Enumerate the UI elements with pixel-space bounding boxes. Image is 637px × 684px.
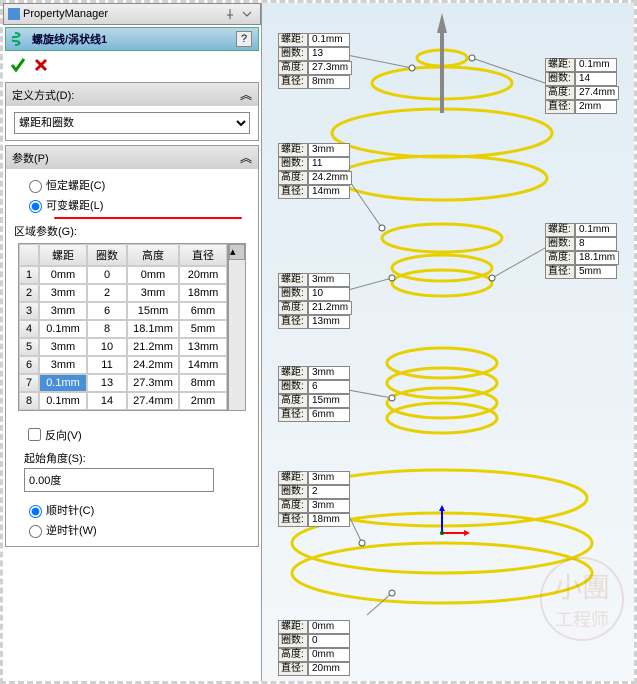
cw-label: 顺时针(C) [46, 502, 94, 518]
define-section-header[interactable]: 定义方式(D): ︽ [6, 83, 258, 106]
table-row-num: 3 [19, 302, 39, 320]
table-cell[interactable]: 18.1mm [127, 320, 179, 338]
cw-radio[interactable] [29, 505, 42, 518]
table-cell[interactable]: 3mm [39, 284, 87, 302]
table-cell[interactable]: 0mm [127, 266, 179, 284]
table-cell[interactable]: 0 [87, 266, 127, 284]
table-cell[interactable]: 15mm [127, 302, 179, 320]
table-row-num: 8 [19, 392, 39, 410]
table-cell[interactable]: 20mm [179, 266, 227, 284]
variable-pitch-radio[interactable] [29, 200, 42, 213]
table-cell[interactable]: 6mm [179, 302, 227, 320]
ccw-radio[interactable] [29, 525, 42, 538]
table-cell[interactable]: 21.2mm [127, 338, 179, 356]
table-cell[interactable]: 0.1mm [39, 392, 87, 410]
dimension-callout[interactable]: 螺距:0.1mm圈数:14高度:27.4mm直径:2mm [545, 58, 619, 114]
table-cell[interactable]: 2mm [179, 392, 227, 410]
constant-pitch-radio[interactable] [29, 180, 42, 193]
reverse-label: 反向(V) [45, 427, 82, 443]
table-row-num: 4 [19, 320, 39, 338]
table-header: 圈数 [87, 244, 127, 266]
table-cell[interactable]: 3mm [39, 338, 87, 356]
define-label: 定义方式(D): [12, 87, 74, 103]
reverse-checkbox[interactable] [28, 428, 41, 441]
table-cell[interactable]: 13mm [179, 338, 227, 356]
table-cell[interactable]: 6 [87, 302, 127, 320]
ccw-label: 逆时针(W) [46, 522, 97, 538]
start-angle-input[interactable] [24, 468, 214, 492]
params-section-header[interactable]: 参数(P) ︽ [6, 146, 258, 169]
dimension-callout[interactable]: 螺距:3mm圈数:11高度:24.2mm直径:14mm [278, 143, 352, 199]
ok-button[interactable] [9, 56, 27, 77]
dimension-callout[interactable]: 螺距:3mm圈数:6高度:15mm直径:6mm [278, 366, 350, 422]
dimension-callout[interactable]: 螺距:0.1mm圈数:8高度:18.1mm直径:5mm [545, 223, 619, 279]
scrollbar[interactable]: ▴ [228, 243, 246, 411]
region-params-label: 区域参数(G): [14, 223, 250, 239]
start-angle-label: 起始角度(S): [24, 450, 250, 466]
feature-name: 螺旋线/涡状线1 [32, 31, 107, 47]
table-cell[interactable]: 18mm [179, 284, 227, 302]
table-cell[interactable]: 5mm [179, 320, 227, 338]
table-cell[interactable]: 3mm [127, 284, 179, 302]
table-cell[interactable]: 27.4mm [127, 392, 179, 410]
table-cell[interactable]: 8 [87, 320, 127, 338]
dimension-callout[interactable]: 螺距:0mm圈数:0高度:0mm直径:20mm [278, 620, 350, 676]
arrow-icon[interactable] [241, 8, 253, 20]
table-header: 直径 [179, 244, 227, 266]
table-cell[interactable]: 8mm [179, 374, 227, 392]
table-cell[interactable]: 2 [87, 284, 127, 302]
help-button[interactable]: ? [236, 31, 252, 47]
constant-pitch-label: 恒定螺距(C) [46, 177, 105, 193]
table-header: 高度 [127, 244, 179, 266]
table-cell[interactable]: 11 [87, 356, 127, 374]
annotation-line [54, 217, 242, 219]
table-row-num: 7 [19, 374, 39, 392]
chevron-up-icon: ︽ [240, 149, 252, 166]
table-row-num: 2 [19, 284, 39, 302]
table-row-num: 1 [19, 266, 39, 284]
titlebar-text: PropertyManager [23, 8, 108, 20]
pin-icon[interactable] [224, 8, 236, 20]
region-params-table[interactable]: 螺距圈数高度直径10mm00mm20mm23mm23mm18mm33mm615m… [18, 243, 228, 411]
watermark: 小團工程师 [540, 557, 624, 641]
cancel-button[interactable] [33, 57, 49, 76]
table-cell[interactable]: 14mm [179, 356, 227, 374]
pm-icon [8, 8, 20, 20]
table-cell[interactable]: 13 [87, 374, 127, 392]
table-cell[interactable]: 0.1mm [39, 320, 87, 338]
table-cell[interactable]: 10 [87, 338, 127, 356]
table-row-num: 5 [19, 338, 39, 356]
table-row-num: 6 [19, 356, 39, 374]
table-cell[interactable]: 27.3mm [127, 374, 179, 392]
table-header: 螺距 [39, 244, 87, 266]
table-cell[interactable]: 14 [87, 392, 127, 410]
feature-header: 螺旋线/涡状线1 ? [5, 27, 259, 51]
define-method-select[interactable]: 螺距和圈数 [14, 112, 250, 134]
table-cell[interactable]: 0mm [39, 266, 87, 284]
table-cell[interactable]: 3mm [39, 356, 87, 374]
dimension-callout[interactable]: 螺距:3mm圈数:10高度:21.2mm直径:13mm [278, 273, 352, 329]
graphics-viewport[interactable]: 小團工程师 螺距:0.1mm圈数:13高度:27.3mm直径:8mm 螺距:0.1… [262, 3, 634, 681]
variable-pitch-label: 可变螺距(L) [46, 197, 103, 213]
table-cell[interactable]: 3mm [39, 302, 87, 320]
dimension-callout[interactable]: 螺距:0.1mm圈数:13高度:27.3mm直径:8mm [278, 33, 352, 89]
property-manager-titlebar: PropertyManager [3, 3, 261, 25]
table-cell[interactable]: 0.1mm [39, 374, 87, 392]
params-label: 参数(P) [12, 150, 49, 166]
dimension-callout[interactable]: 螺距:3mm圈数:2高度:3mm直径:18mm [278, 471, 350, 527]
helix-icon [12, 31, 28, 47]
chevron-up-icon: ︽ [240, 86, 252, 103]
table-cell[interactable]: 24.2mm [127, 356, 179, 374]
